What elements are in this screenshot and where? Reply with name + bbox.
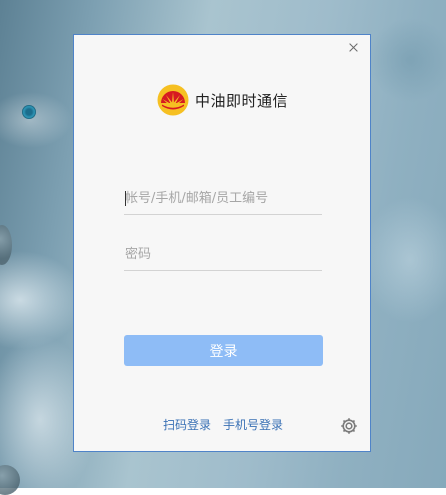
login-dialog: 中油即时通信 登录 扫码登录 手机号登录 (73, 34, 371, 452)
background-shell (22, 105, 36, 119)
close-icon[interactable] (346, 40, 362, 56)
login-button[interactable]: 登录 (124, 335, 323, 366)
phone-login-link[interactable]: 手机号登录 (223, 416, 283, 433)
app-logo-icon (157, 84, 189, 116)
account-input[interactable] (124, 184, 323, 212)
text-caret (125, 191, 126, 206)
background-rock (0, 225, 12, 265)
password-input[interactable] (124, 240, 323, 268)
gear-icon[interactable] (339, 416, 359, 436)
background-rock (0, 465, 20, 495)
brand-header: 中油即时通信 (157, 83, 288, 117)
password-field[interactable] (124, 240, 323, 271)
qr-login-link[interactable]: 扫码登录 (163, 416, 211, 433)
app-title: 中油即时通信 (195, 91, 289, 110)
account-field[interactable] (124, 184, 323, 215)
